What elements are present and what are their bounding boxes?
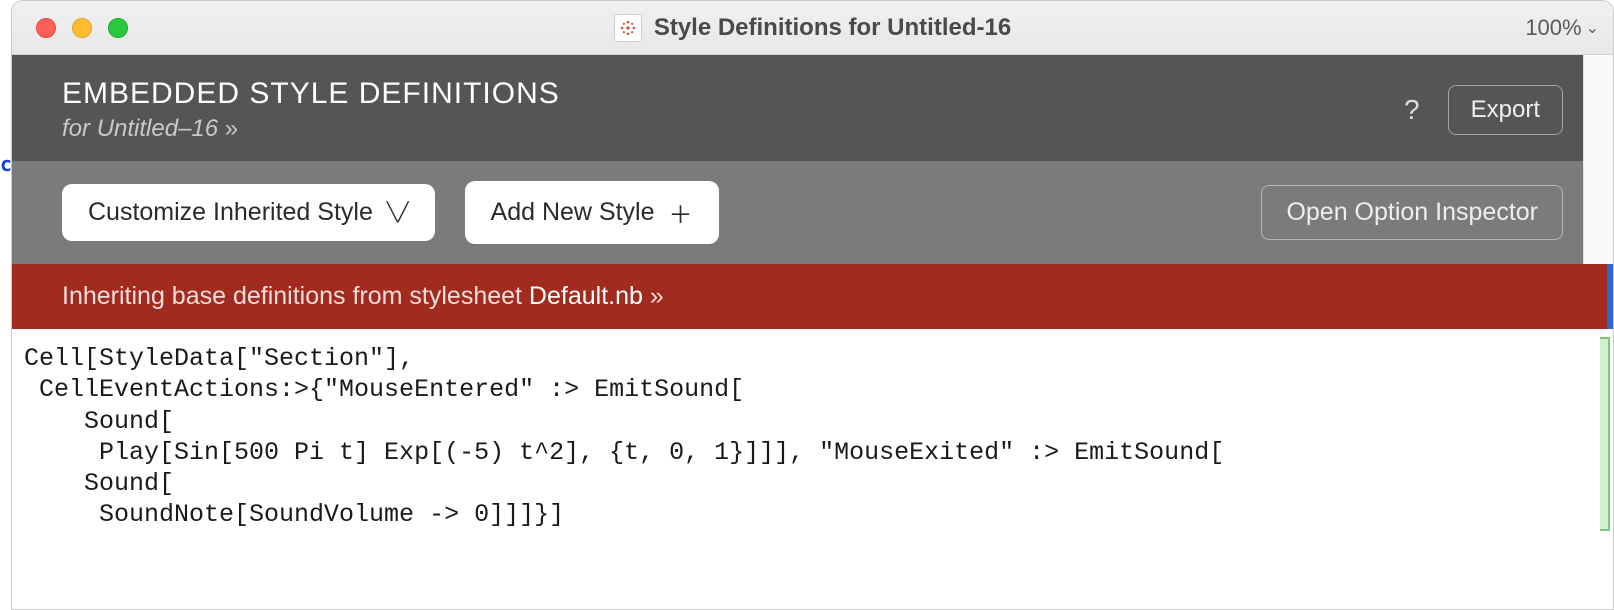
inheritance-banner[interactable]: Inheriting base definitions from stylesh… — [12, 264, 1613, 329]
banner-stylesheet-name: Default.nb — [529, 282, 643, 310]
chevron-right-icon: » — [650, 282, 660, 310]
customize-inherited-style-button[interactable]: Customize Inherited Style ╲╱ — [62, 184, 435, 241]
embedded-styles-header: EMBEDDED STYLE DEFINITIONS for Untitled–… — [12, 55, 1613, 161]
header-title: EMBEDDED STYLE DEFINITIONS — [62, 77, 1404, 111]
help-button[interactable]: ? — [1404, 94, 1420, 126]
chevron-right-icon: » — [225, 115, 234, 142]
plus-icon: ＋ — [669, 195, 693, 230]
add-label: Add New Style — [491, 198, 655, 227]
cell-bracket[interactable] — [1600, 337, 1610, 531]
minimize-window-button[interactable] — [72, 18, 92, 38]
cell-code[interactable]: Cell[StyleData["Section"], CellEventActi… — [12, 329, 1613, 545]
titlebar: Style Definitions for Untitled-16 100% ⌄ — [12, 1, 1613, 55]
close-window-button[interactable] — [36, 18, 56, 38]
app-window: Style Definitions for Untitled-16 100% ⌄… — [11, 0, 1614, 610]
chevron-down-icon: ╲╱ — [387, 202, 409, 223]
code-area: Cell[StyleData["Section"], CellEventActi… — [12, 329, 1613, 609]
header-subtitle[interactable]: for Untitled–16 » — [62, 115, 1404, 143]
add-new-style-button[interactable]: Add New Style ＋ — [465, 181, 719, 244]
style-toolbar: Customize Inherited Style ╲╱ Add New Sty… — [12, 161, 1613, 264]
window-title: Style Definitions for Untitled-16 — [654, 14, 1011, 42]
fullscreen-window-button[interactable] — [108, 18, 128, 38]
banner-prefix: Inheriting base definitions from stylesh… — [62, 282, 529, 310]
export-button[interactable]: Export — [1448, 85, 1563, 135]
open-option-inspector-button[interactable]: Open Option Inspector — [1261, 185, 1563, 240]
zoom-control[interactable]: 100% ⌄ — [1525, 15, 1613, 41]
zoom-value: 100% — [1525, 15, 1581, 41]
traffic-lights — [12, 18, 128, 38]
chevron-down-icon: ⌄ — [1586, 18, 1599, 38]
header-subtitle-name: Untitled–16 — [97, 115, 218, 142]
customize-label: Customize Inherited Style — [88, 198, 373, 227]
header-subtitle-prefix: for — [62, 115, 97, 142]
document-icon — [614, 14, 642, 42]
